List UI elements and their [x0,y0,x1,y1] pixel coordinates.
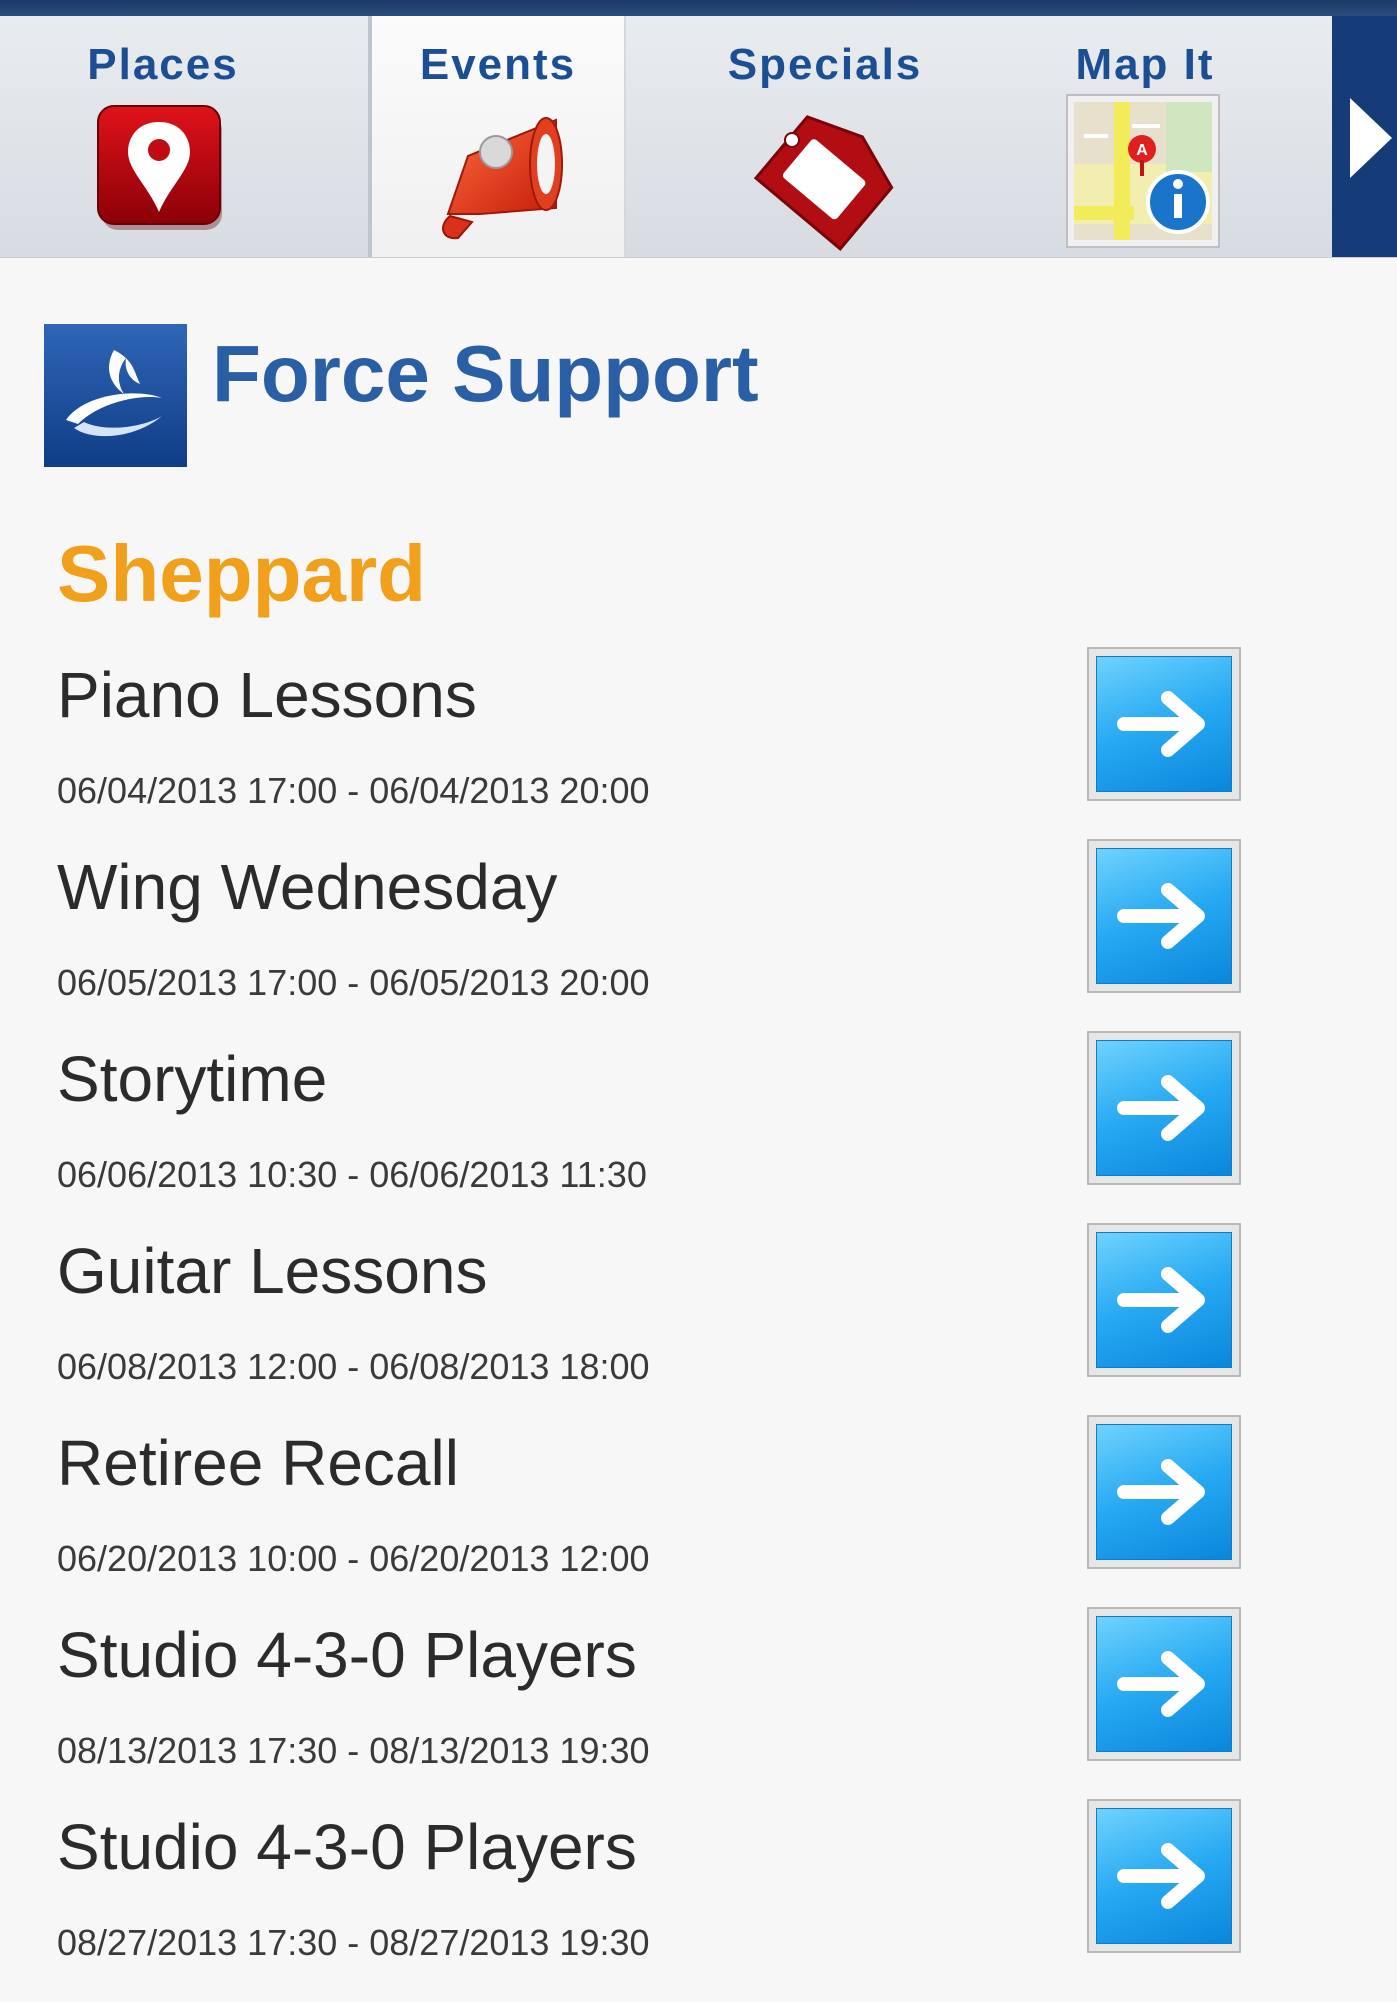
arrow-right-icon [1117,691,1205,757]
event-detail-button[interactable] [1087,1607,1241,1761]
map-pin-icon [96,104,226,237]
tab-map-it[interactable]: Map It A [1020,16,1270,257]
list-item[interactable]: Piano Lessons 06/04/2013 17:00 - 06/04/2… [0,647,1397,850]
event-name: Retiree Recall [57,1427,459,1499]
event-detail-button[interactable] [1087,1031,1241,1185]
section-title: Sheppard [57,529,426,618]
megaphone-icon [428,96,568,251]
event-name: Storytime [57,1043,328,1115]
event-name: Guitar Lessons [57,1235,488,1307]
more-tabs-button[interactable] [1332,16,1397,257]
event-time: 06/06/2013 10:30 - 06/06/2013 11:30 [57,1154,647,1195]
event-time: 06/05/2013 17:00 - 06/05/2013 20:00 [57,962,650,1003]
event-name: Studio 4-3-0 Players [57,1619,637,1691]
list-item[interactable]: Studio 4-3-0 Players 08/13/2013 17:30 - … [0,1607,1397,1810]
tab-specials[interactable]: Specials [680,16,970,257]
arrow-right-icon [1117,1075,1205,1141]
event-name: Piano Lessons [57,659,477,731]
right-triangle-icon [1350,98,1392,183]
event-detail-button[interactable] [1087,1799,1241,1953]
svg-text:A: A [1136,142,1148,159]
event-detail-button[interactable] [1087,1415,1241,1569]
arrow-right-icon [1117,1843,1205,1909]
list-item[interactable]: Guitar Lessons 06/08/2013 12:00 - 06/08/… [0,1223,1397,1426]
event-detail-button[interactable] [1087,647,1241,801]
tab-label: Events [419,40,577,89]
tab-places[interactable]: Places [0,16,326,257]
list-item[interactable]: Storytime 06/06/2013 10:30 - 06/06/2013 … [0,1031,1397,1234]
force-support-logo [44,324,187,467]
top-strip [0,0,1397,16]
list-item[interactable]: Wing Wednesday 06/05/2013 17:00 - 06/05/… [0,839,1397,1042]
event-detail-button[interactable] [1087,839,1241,993]
tab-label: Map It [1075,40,1215,89]
map-info-icon: A [1066,94,1220,253]
list-item[interactable]: Retiree Recall 06/20/2013 10:00 - 06/20/… [0,1415,1397,1618]
arrow-right-icon [1117,1267,1205,1333]
event-name: Studio 4-3-0 Players [57,1811,637,1883]
event-time: 06/04/2013 17:00 - 06/04/2013 20:00 [57,770,650,811]
event-name: Wing Wednesday [57,851,558,923]
arrow-right-icon [1117,1651,1205,1717]
event-time: 08/27/2013 17:30 - 08/27/2013 19:30 [57,1922,650,1963]
tab-bar: Places Events Specials Map It A [0,16,1397,258]
tab-events[interactable]: Events [368,16,626,257]
arrow-right-icon [1117,1459,1205,1525]
tab-label: Places [87,40,239,89]
tab-label: Specials [727,40,923,89]
event-detail-button[interactable] [1087,1223,1241,1377]
list-item[interactable]: Studio 4-3-0 Players 08/27/2013 17:30 - … [0,1799,1397,2002]
event-time: 08/13/2013 17:30 - 08/13/2013 19:30 [57,1730,650,1771]
page-title: Force Support [212,329,759,418]
event-time: 06/20/2013 10:00 - 06/20/2013 12:00 [57,1538,650,1579]
arrow-right-icon [1117,883,1205,949]
price-tag-icon [752,104,902,259]
event-time: 06/08/2013 12:00 - 06/08/2013 18:00 [57,1346,650,1387]
